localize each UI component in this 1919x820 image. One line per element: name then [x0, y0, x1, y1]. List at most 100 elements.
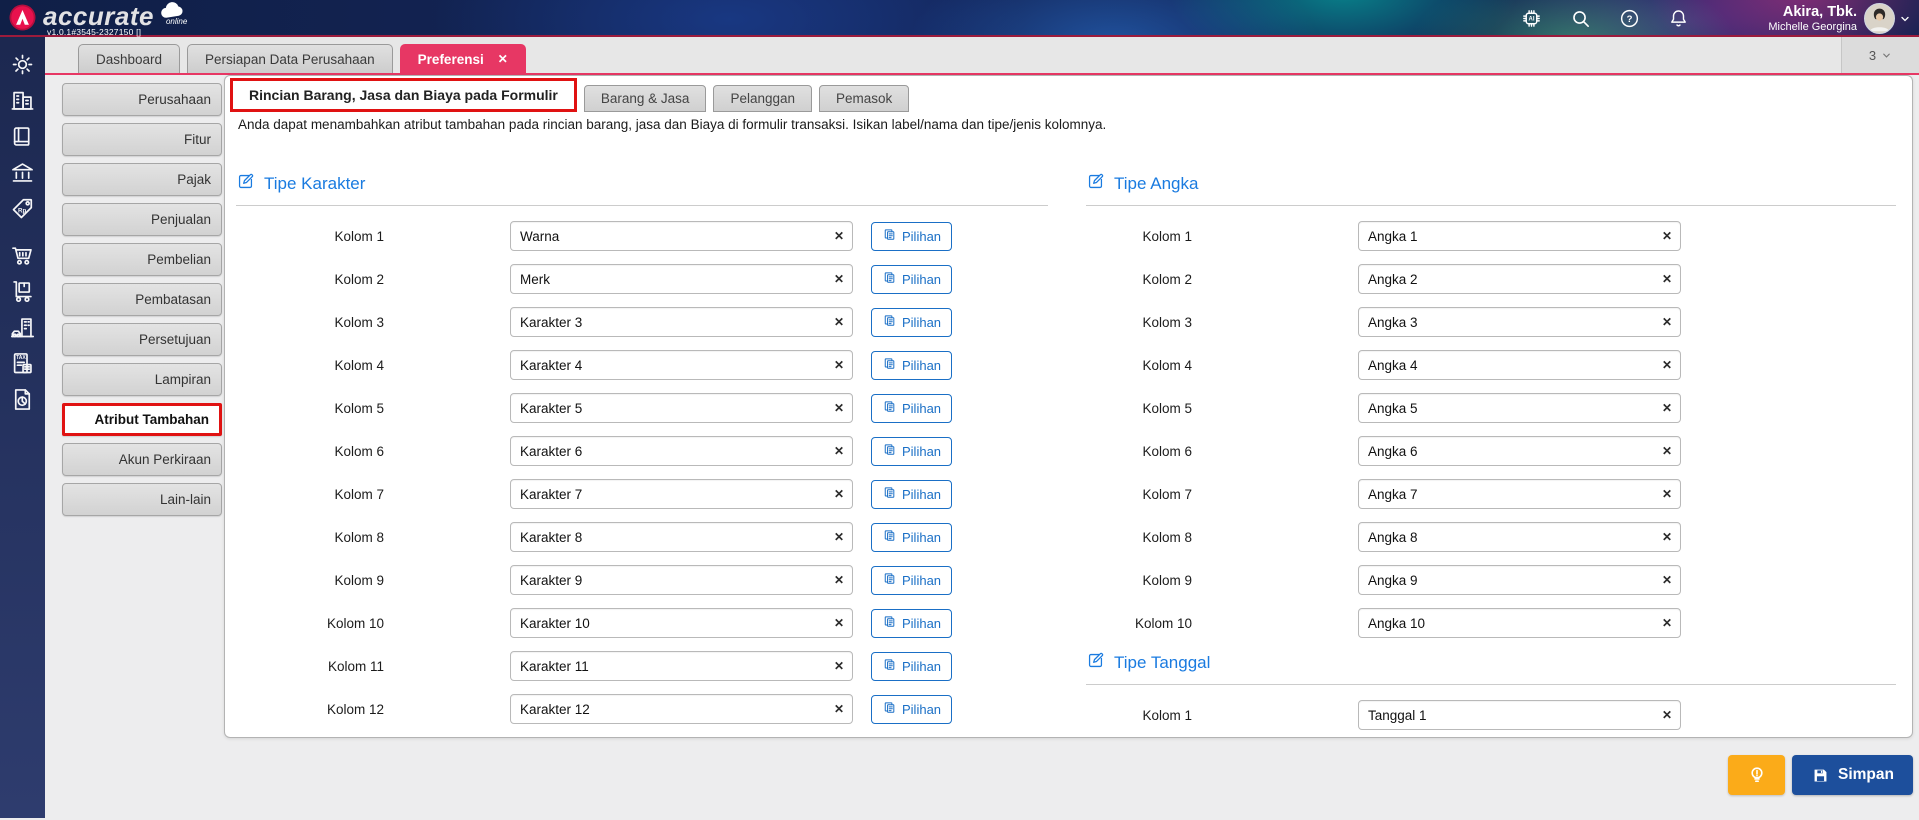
tab-overflow-dropdown[interactable]: 3: [1841, 37, 1919, 73]
attribute-name-input[interactable]: [1361, 572, 1656, 588]
price-tag-icon[interactable]: Rp: [9, 195, 36, 222]
attribute-name-input[interactable]: [513, 658, 828, 674]
pilihan-button[interactable]: Pilihan: [871, 565, 953, 595]
attribute-name-input[interactable]: [513, 228, 828, 244]
pilihan-button[interactable]: Pilihan: [871, 694, 953, 724]
journal-icon[interactable]: [9, 123, 36, 150]
attribute-name-input[interactable]: [513, 615, 828, 631]
clear-input-icon[interactable]: ✕: [1662, 315, 1672, 329]
edit-icon: [1086, 172, 1105, 196]
fixed-assets-icon[interactable]: [9, 314, 36, 341]
pilihan-button[interactable]: Pilihan: [871, 522, 953, 552]
pilihan-button[interactable]: Pilihan: [871, 350, 953, 380]
sidebar-item-pajak[interactable]: Pajak: [62, 163, 222, 196]
clear-input-icon[interactable]: ✕: [834, 444, 844, 458]
clear-input-icon[interactable]: ✕: [834, 487, 844, 501]
clear-input-icon[interactable]: ✕: [834, 702, 844, 716]
clear-input-icon[interactable]: ✕: [834, 315, 844, 329]
clear-input-icon[interactable]: ✕: [834, 573, 844, 587]
user-menu-chevron-icon[interactable]: [1899, 13, 1911, 25]
window-tab-persiapan-data-perusahaan[interactable]: Persiapan Data Perusahaan: [187, 44, 393, 73]
pilihan-button[interactable]: Pilihan: [871, 221, 953, 251]
clear-input-icon[interactable]: ✕: [1662, 487, 1672, 501]
clear-input-icon[interactable]: ✕: [834, 530, 844, 544]
taxes-icon[interactable]: TAX: [9, 350, 36, 377]
clear-input-icon[interactable]: ✕: [834, 358, 844, 372]
attribute-name-input[interactable]: [513, 443, 828, 459]
attribute-name-input[interactable]: [1361, 228, 1656, 244]
options-copy-icon: [882, 571, 897, 589]
banking-icon[interactable]: [9, 159, 36, 186]
sidebar-item-lampiran[interactable]: Lampiran: [62, 363, 222, 396]
hint-button[interactable]: [1728, 755, 1785, 795]
sidebar-item-pembelian[interactable]: Pembelian: [62, 243, 222, 276]
clear-input-icon[interactable]: ✕: [1662, 229, 1672, 243]
clear-input-icon[interactable]: ✕: [1662, 401, 1672, 415]
window-tab-dashboard[interactable]: Dashboard: [78, 44, 181, 73]
clear-input-icon[interactable]: ✕: [834, 659, 844, 673]
sidebar-item-persetujuan[interactable]: Persetujuan: [62, 323, 222, 356]
clear-input-icon[interactable]: ✕: [834, 272, 844, 286]
attribute-name-input[interactable]: [1361, 443, 1656, 459]
inventory-icon[interactable]: [9, 278, 36, 305]
clear-input-icon[interactable]: ✕: [834, 401, 844, 415]
panel-tab-rincian-barang-jasa-dan-biaya-pada-formulir[interactable]: Rincian Barang, Jasa dan Biaya pada Form…: [233, 81, 574, 109]
sidebar-item-akun-perkiraan[interactable]: Akun Perkiraan: [62, 443, 222, 476]
attribute-name-input[interactable]: [513, 271, 828, 287]
pilihan-button[interactable]: Pilihan: [871, 651, 953, 681]
sidebar-item-penjualan[interactable]: Penjualan: [62, 203, 222, 236]
user-block[interactable]: Akira, Tbk. Michelle Georgina: [1768, 4, 1857, 33]
attribute-name-input[interactable]: [1361, 486, 1656, 502]
attribute-name-input[interactable]: [513, 357, 828, 373]
attribute-name-input[interactable]: [513, 572, 828, 588]
search-icon[interactable]: [1569, 7, 1592, 30]
help-icon[interactable]: ?: [1618, 7, 1641, 30]
attribute-name-input[interactable]: [513, 701, 828, 717]
pilihan-button[interactable]: Pilihan: [871, 436, 953, 466]
clear-input-icon[interactable]: ✕: [1662, 444, 1672, 458]
attribute-name-input[interactable]: [1361, 529, 1656, 545]
ai-assistant-icon[interactable]: AI: [1520, 7, 1543, 30]
company-icon[interactable]: [9, 87, 36, 114]
panel-tab-pemasok[interactable]: Pemasok: [819, 85, 910, 112]
avatar[interactable]: [1864, 3, 1895, 34]
clear-input-icon[interactable]: ✕: [1662, 616, 1672, 630]
panel-tab-pelanggan[interactable]: Pelanggan: [713, 85, 812, 112]
panel-tab-barang-jasa[interactable]: Barang & Jasa: [583, 85, 707, 112]
notifications-bell-icon[interactable]: [1667, 7, 1690, 30]
attribute-name-input[interactable]: [1361, 400, 1656, 416]
attribute-name-input[interactable]: [1361, 615, 1656, 631]
purchases-icon[interactable]: [9, 242, 36, 269]
sidebar-item-lain-lain[interactable]: Lain-lain: [62, 483, 222, 516]
clear-input-icon[interactable]: ✕: [834, 229, 844, 243]
pilihan-button[interactable]: Pilihan: [871, 608, 953, 638]
attribute-name-input[interactable]: [513, 486, 828, 502]
settings-icon[interactable]: [9, 51, 36, 78]
attribute-name-input[interactable]: [513, 400, 828, 416]
sidebar-item-atribut-tambahan[interactable]: Atribut Tambahan: [62, 403, 222, 436]
clear-input-icon[interactable]: ✕: [1662, 272, 1672, 286]
sidebar-item-fitur[interactable]: Fitur: [62, 123, 222, 156]
attribute-name-input[interactable]: [513, 529, 828, 545]
clear-input-icon[interactable]: ✕: [1662, 708, 1672, 722]
attribute-name-input[interactable]: [1361, 357, 1656, 373]
close-tab-icon[interactable]: ✕: [498, 52, 508, 66]
window-tab-preferensi[interactable]: Preferensi ✕: [399, 44, 526, 73]
attribute-name-input[interactable]: [1361, 707, 1656, 723]
attribute-name-input[interactable]: [1361, 314, 1656, 330]
sidebar-item-pembatasan[interactable]: Pembatasan: [62, 283, 222, 316]
attribute-name-input[interactable]: [513, 314, 828, 330]
pilihan-button[interactable]: Pilihan: [871, 393, 953, 423]
panel-tab-label: Rincian Barang, Jasa dan Biaya pada Form…: [249, 87, 558, 103]
save-button[interactable]: Simpan: [1792, 755, 1913, 795]
clear-input-icon[interactable]: ✕: [1662, 573, 1672, 587]
clear-input-icon[interactable]: ✕: [1662, 358, 1672, 372]
clear-input-icon[interactable]: ✕: [834, 616, 844, 630]
attribute-name-input[interactable]: [1361, 271, 1656, 287]
pilihan-button[interactable]: Pilihan: [871, 307, 953, 337]
clear-input-icon[interactable]: ✕: [1662, 530, 1672, 544]
sidebar-item-perusahaan[interactable]: Perusahaan: [62, 83, 222, 116]
pilihan-button[interactable]: Pilihan: [871, 264, 953, 294]
reports-icon[interactable]: [9, 386, 36, 413]
pilihan-button[interactable]: Pilihan: [871, 479, 953, 509]
